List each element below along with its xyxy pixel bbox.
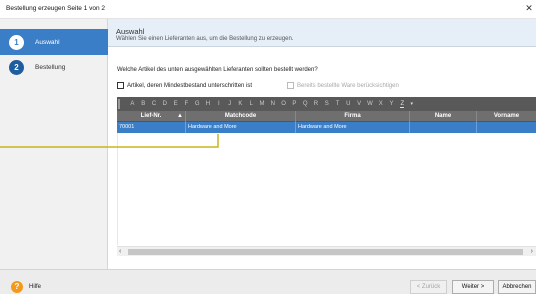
letter-l[interactable]: L — [246, 101, 257, 107]
next-button[interactable]: Weiter > — [452, 280, 494, 294]
selection-question: Welche Artikel des unten ausgewählten Li… — [117, 67, 318, 73]
column-header-lief-nr[interactable]: Lief-Nr. ▲ — [117, 111, 186, 122]
scrollbar-thumb[interactable] — [128, 249, 523, 255]
letter-f[interactable]: F — [181, 101, 192, 107]
cancel-button[interactable]: Abbrechen — [498, 280, 536, 294]
step-label: Auswahl — [35, 39, 60, 46]
cell-matchcode[interactable]: Hardware and More — [186, 122, 296, 133]
close-icon[interactable]: ✕ — [524, 3, 534, 14]
letter-u[interactable]: U — [343, 101, 354, 107]
table-header: Lief-Nr. ▲ Matchcode Firma Name Vorname — [117, 111, 536, 122]
cell-vorname[interactable] — [477, 122, 536, 133]
cell-firma[interactable]: Hardware and More — [296, 122, 410, 133]
letter-h[interactable]: H — [203, 101, 214, 107]
table-row[interactable]: 70001 Hardware and More Hardware and Mor… — [117, 122, 536, 133]
min-stock-checkbox[interactable]: Artikel, deren Mindestbestand unterschri… — [117, 81, 252, 90]
column-header-firma[interactable]: Firma — [296, 111, 410, 122]
alphabet-letters: A B C D E F G H I J K L M N O P Q R S T … — [127, 97, 416, 111]
footer-bar: ? Hilfe < Zurück Weiter > Abbrechen — [0, 269, 536, 294]
page-subtitle: Wählen Sie einen Lieferanten aus, um die… — [116, 36, 294, 42]
drag-handle[interactable] — [118, 99, 120, 109]
letter-n[interactable]: N — [267, 101, 278, 107]
step-label: Bestellung — [35, 64, 66, 71]
letter-i[interactable]: I — [213, 101, 224, 107]
wizard-steps-sidebar: 1 Auswahl 2 Bestellung — [0, 19, 108, 269]
letter-r[interactable]: R — [311, 101, 322, 107]
letter-w[interactable]: W — [365, 101, 376, 107]
letter-o[interactable]: O — [278, 101, 289, 107]
letter-j[interactable]: J — [224, 101, 235, 107]
alphabet-filter-bar: A B C D E F G H I J K L M N O P Q R S T … — [117, 97, 536, 111]
letter-m[interactable]: M — [257, 101, 268, 107]
column-header-matchcode[interactable]: Matchcode — [186, 111, 296, 122]
scroll-right-icon[interactable]: › — [531, 247, 533, 257]
letter-s[interactable]: S — [321, 101, 332, 107]
step-number-badge: 1 — [9, 35, 24, 50]
help-icon[interactable]: ? — [11, 281, 23, 293]
letter-g[interactable]: G — [192, 101, 203, 107]
letter-z[interactable]: Z — [397, 101, 408, 108]
horizontal-scrollbar[interactable]: ‹ › — [117, 246, 536, 256]
page-header: Auswahl Wählen Sie einen Lieferanten aus… — [108, 19, 536, 47]
checkbox-label: Bereits bestellte Ware berücksichtigen — [297, 82, 399, 89]
letter-z-text: Z — [400, 101, 405, 108]
column-header-vorname[interactable]: Vorname — [477, 111, 536, 122]
letter-y[interactable]: Y — [386, 101, 397, 107]
help-label[interactable]: Hilfe — [29, 284, 41, 290]
step-number-badge: 2 — [9, 60, 24, 75]
table-empty-area — [117, 133, 536, 245]
title-bar: Bestellung erzeugen Seite 1 von 2 ✕ — [0, 0, 536, 19]
sort-ascending-icon[interactable]: ▲ — [176, 111, 184, 122]
checkbox-label: Artikel, deren Mindestbestand unterschri… — [127, 82, 253, 89]
checkbox-box[interactable] — [287, 82, 294, 89]
letter-b[interactable]: B — [138, 101, 149, 107]
page-title: Auswahl — [116, 27, 145, 36]
already-ordered-checkbox[interactable]: Bereits bestellte Ware berücksichtigen — [287, 81, 399, 90]
column-header-label: Lief-Nr. — [140, 113, 162, 119]
letter-d[interactable]: D — [159, 101, 170, 107]
column-header-name[interactable]: Name — [410, 111, 477, 122]
checkbox-box[interactable] — [117, 82, 124, 89]
letter-t[interactable]: T — [332, 101, 343, 107]
letter-k[interactable]: K — [235, 101, 246, 107]
filter-dropdown-icon[interactable]: ▾ — [408, 101, 416, 107]
letter-e[interactable]: E — [170, 101, 181, 107]
scroll-left-icon[interactable]: ‹ — [119, 247, 121, 257]
letter-v[interactable]: V — [354, 101, 365, 107]
window-title: Bestellung erzeugen Seite 1 von 2 — [6, 5, 106, 12]
step-bestellung[interactable]: 2 Bestellung — [0, 54, 108, 80]
cell-lief-nr[interactable]: 70001 — [117, 122, 186, 133]
cell-name[interactable] — [410, 122, 477, 133]
letter-p[interactable]: P — [289, 101, 300, 107]
letter-a[interactable]: A — [127, 101, 138, 107]
letter-c[interactable]: C — [149, 101, 160, 107]
step-auswahl[interactable]: 1 Auswahl — [0, 29, 108, 55]
letter-q[interactable]: Q — [300, 101, 311, 107]
letter-x[interactable]: X — [375, 101, 386, 107]
back-button[interactable]: < Zurück — [410, 280, 447, 294]
